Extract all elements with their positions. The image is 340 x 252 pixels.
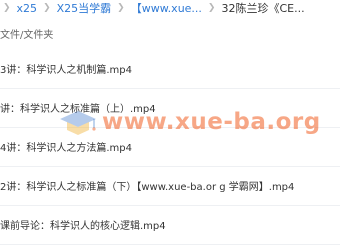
chevron-right-icon: ❯ [207,3,216,13]
file-row[interactable]: 课前导论：科学识人的核心逻辑.mp4 [0,206,340,245]
file-row[interactable]: 3讲：科学识人之机制篇.mp4 [0,50,340,89]
file-browser: ❯ x25 ❯ X25当学霸 ❯ 【www.xue... ❯ 32陈兰珍《CE.… [0,0,340,252]
file-name[interactable]: 课前导论：科学识人的核心逻辑.mp4 [0,217,166,232]
file-row[interactable]: 4讲：科学识人之方法篇.mp4 [0,128,340,167]
breadcrumb: ❯ x25 ❯ X25当学霸 ❯ 【www.xue... ❯ 32陈兰珍《CE.… [0,0,305,16]
file-name[interactable]: 4讲：科学识人之方法篇.mp4 [0,139,132,154]
breadcrumb-item-x25-folder[interactable]: X25当学霸 [57,0,112,16]
file-name[interactable]: 讲：科学识人之标准篇（上）.mp4 [0,100,156,115]
chevron-right-icon: ❯ [3,3,11,13]
file-row[interactable]: 2讲：科学识人之标准篇（下）【www.xue-ba.or g 学霸网】.mp4 [0,167,340,206]
file-name[interactable]: 3讲：科学识人之机制篇.mp4 [0,61,132,76]
breadcrumb-item-www-folder[interactable]: 【www.xue... [131,0,202,16]
chevron-right-icon: ❯ [43,3,51,13]
breadcrumb-item-current: 32陈兰珍《CE... [221,2,305,15]
file-row[interactable]: 讲：科学识人之标准篇（上）.mp4 [0,89,340,128]
breadcrumb-item-x25[interactable]: x25 [17,2,38,15]
file-list: 3讲：科学识人之机制篇.mp4 讲：科学识人之标准篇（上）.mp4 4讲：科学识… [0,50,340,245]
file-name[interactable]: 2讲：科学识人之标准篇（下）【www.xue-ba.or g 学霸网】.mp4 [0,178,294,193]
chevron-right-icon: ❯ [117,3,125,13]
column-header-name[interactable]: 文件/文件夹 [0,26,53,41]
